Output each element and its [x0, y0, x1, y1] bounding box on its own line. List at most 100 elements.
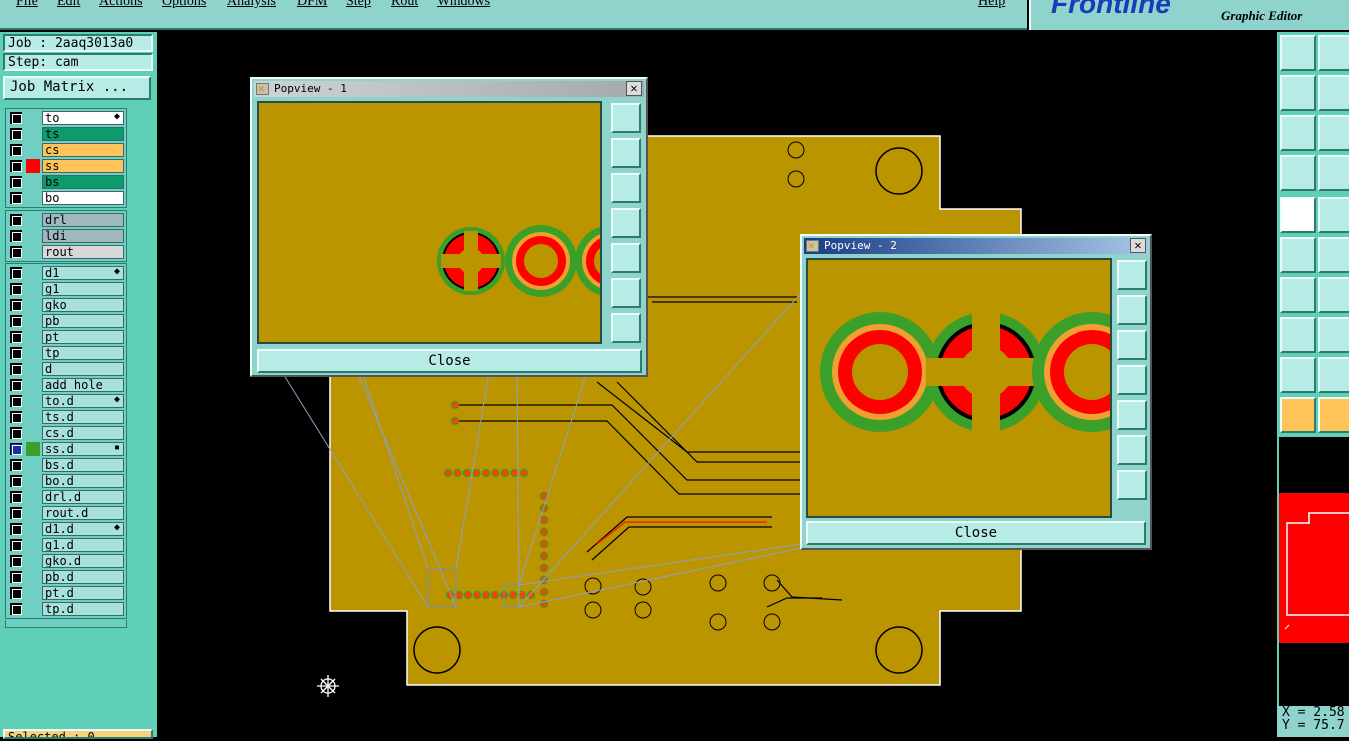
smd-pad[interactable]	[450, 400, 460, 410]
layer-name[interactable]: gko	[42, 298, 124, 312]
layer-checkbox[interactable]	[10, 112, 22, 124]
select-line-icon[interactable]	[1318, 197, 1349, 233]
smd-pad[interactable]	[472, 590, 482, 600]
pointer-icon[interactable]	[1280, 397, 1316, 433]
layer-checkbox[interactable]	[10, 459, 22, 471]
popview-1-close-button[interactable]: Close	[257, 349, 642, 373]
layer-checkbox[interactable]	[10, 230, 22, 242]
layer-row-gko[interactable]: gko	[6, 297, 126, 313]
pan-right-icon[interactable]	[611, 243, 641, 273]
layer-row-tp-d[interactable]: tp.d	[6, 601, 126, 617]
layer-checkbox[interactable]	[10, 427, 22, 439]
layer-checkbox[interactable]	[10, 331, 22, 343]
smd-pad[interactable]	[539, 551, 549, 561]
popview-2-titlebar[interactable]: Popview - 2 ✕	[804, 238, 1148, 254]
smd-pad[interactable]	[508, 590, 518, 600]
pan-down-icon[interactable]	[1318, 35, 1349, 71]
zoom-in-icon[interactable]	[1117, 435, 1147, 465]
layer-name[interactable]: g1	[42, 282, 124, 296]
layer-checkbox[interactable]	[10, 246, 22, 258]
menu-options[interactable]: Options	[162, 0, 206, 10]
smd-pad[interactable]	[539, 527, 549, 537]
layer-row-to-d[interactable]: to.d ◆	[6, 393, 126, 409]
smd-pad[interactable]	[490, 590, 500, 600]
window-menu-icon[interactable]	[806, 238, 819, 253]
menu-windows[interactable]: Windows	[437, 0, 490, 10]
layer-checkbox[interactable]	[10, 192, 22, 204]
layer-row-pt[interactable]: pt	[6, 329, 126, 345]
smd-pad[interactable]	[519, 468, 529, 478]
layer-checkbox[interactable]	[10, 363, 22, 375]
layer-name[interactable]: rout	[42, 245, 124, 259]
layer-name[interactable]: gko.d	[42, 554, 124, 568]
layer-name[interactable]: bo	[42, 191, 124, 205]
popview-1-titlebar[interactable]: Popview - 1 ✕	[254, 81, 644, 97]
smd-pad[interactable]	[443, 468, 453, 478]
layer-checkbox[interactable]	[10, 214, 22, 226]
delete-icon[interactable]	[1318, 237, 1349, 273]
smd-pad[interactable]	[539, 563, 549, 573]
layer-name[interactable]: cs.d	[42, 426, 124, 440]
zoom-in-icon[interactable]	[1280, 115, 1316, 151]
menu-rout[interactable]: Rout	[391, 0, 418, 10]
menu-file[interactable]: File	[16, 0, 38, 10]
menu-actions[interactable]: Actions	[99, 0, 143, 10]
layer-checkbox[interactable]	[10, 379, 22, 391]
layer-checkbox[interactable]	[10, 523, 22, 535]
layer-checkbox[interactable]	[10, 443, 22, 455]
zoom-out-icon[interactable]	[1318, 115, 1349, 151]
job-matrix-button[interactable]: Job Matrix ...	[3, 76, 151, 100]
popview-2-viewport[interactable]	[806, 258, 1112, 518]
layer-row-cs[interactable]: cs	[6, 142, 126, 158]
layer-name[interactable]: d1.d	[42, 522, 124, 536]
layer-row-pb[interactable]: pb	[6, 313, 126, 329]
popview-1-close-icon[interactable]: ✕	[626, 81, 642, 96]
layer-name[interactable]: ss.d	[42, 442, 124, 456]
layer-checkbox[interactable]	[10, 571, 22, 583]
layer-row-ts[interactable]: ts	[6, 126, 126, 142]
layer-checkbox[interactable]	[10, 587, 22, 599]
menu-dfm[interactable]: DFM	[297, 0, 327, 10]
add-feature-icon[interactable]	[1318, 317, 1349, 353]
pan-left-icon[interactable]	[1117, 365, 1147, 395]
layer-name[interactable]: to	[42, 111, 124, 125]
layer-name[interactable]: rout.d	[42, 506, 124, 520]
net-icon[interactable]	[1280, 237, 1316, 273]
smd-pad[interactable]	[510, 468, 519, 478]
layer-row-pt-d[interactable]: pt.d	[6, 585, 126, 601]
layer-checkbox[interactable]	[10, 299, 22, 311]
grid-icon[interactable]	[1318, 155, 1349, 191]
layer-checkbox[interactable]	[10, 475, 22, 487]
layer-row-gko-d[interactable]: gko.d	[6, 553, 126, 569]
layer-affected-marker[interactable]	[26, 442, 40, 456]
layer-name[interactable]: pb	[42, 314, 124, 328]
layer-row-rout[interactable]: rout	[6, 244, 126, 260]
layer-checkbox[interactable]	[10, 128, 22, 140]
pan-down-icon[interactable]	[611, 173, 641, 203]
layer-row-add-hole[interactable]: add_hole	[6, 377, 126, 393]
smd-pad[interactable]	[491, 468, 500, 478]
pan-left-icon[interactable]	[1280, 75, 1316, 111]
layer-checkbox[interactable]	[10, 555, 22, 567]
layer-name[interactable]: ts	[42, 127, 124, 141]
layer-row-drl-d[interactable]: drl.d	[6, 489, 126, 505]
layer-checkbox[interactable]	[10, 395, 22, 407]
zoom-out-icon[interactable]	[1117, 470, 1147, 500]
smd-pad[interactable]	[539, 515, 549, 525]
menu-help[interactable]: Help	[978, 0, 1005, 10]
zoom-in-icon[interactable]	[611, 278, 641, 308]
layer-row-tp[interactable]: tp	[6, 345, 126, 361]
smd-pad[interactable]	[481, 590, 491, 600]
edit-line-icon[interactable]	[1318, 277, 1349, 313]
layer-checkbox[interactable]	[10, 411, 22, 423]
smd-pad[interactable]	[463, 590, 473, 600]
zoom-out-icon[interactable]	[611, 313, 641, 343]
popview-2-close-button[interactable]: Close	[806, 521, 1146, 545]
layer-name[interactable]: ss	[42, 159, 124, 173]
layer-name[interactable]: ldi	[42, 229, 124, 243]
zoom-fit-icon[interactable]	[611, 103, 641, 133]
menu-step[interactable]: Step	[346, 0, 371, 10]
layer-row-ss-d[interactable]: ss.d ▪	[6, 441, 126, 457]
measure-icon[interactable]	[1280, 155, 1316, 191]
layer-checkbox[interactable]	[10, 315, 22, 327]
